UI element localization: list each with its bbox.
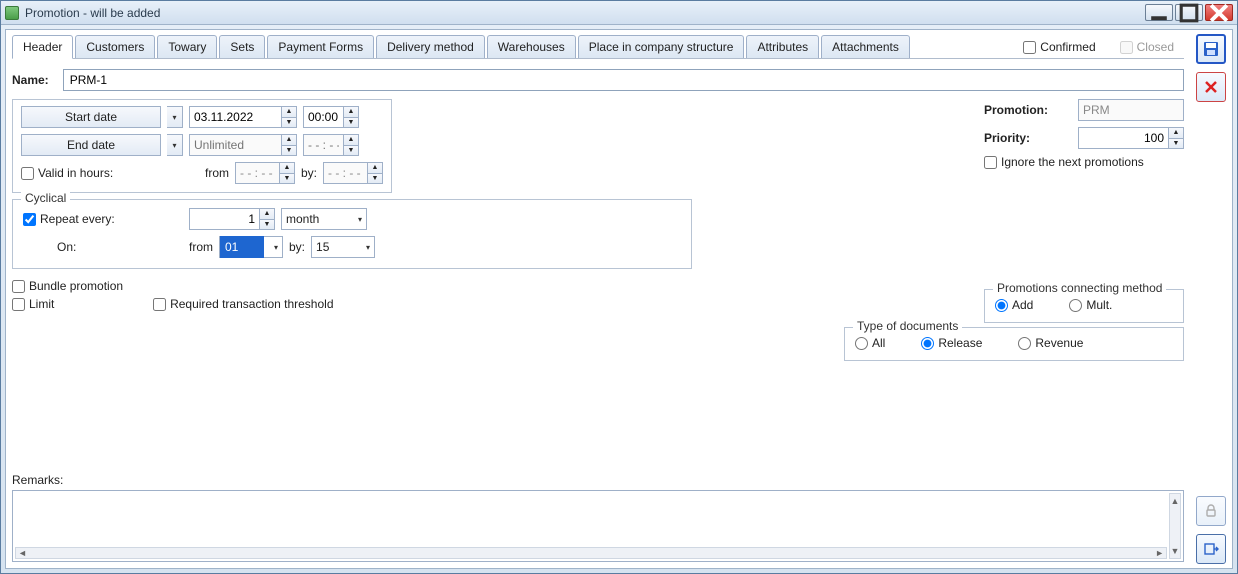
cyclical-by-label: by:: [289, 240, 305, 254]
end-date-field[interactable]: ▲▼: [189, 134, 297, 156]
confirmed-checkbox[interactable]: Confirmed: [1023, 40, 1095, 54]
end-date-spinner[interactable]: ▲▼: [281, 134, 297, 156]
app-icon: [5, 6, 19, 20]
tab-warehouses[interactable]: Warehouses: [487, 35, 576, 58]
tab-sets[interactable]: Sets: [219, 35, 265, 58]
closed-checkbox: Closed: [1120, 40, 1174, 54]
tab-payment-forms[interactable]: Payment Forms: [267, 35, 374, 58]
start-date-spinner[interactable]: ▲▼: [281, 106, 297, 128]
repeat-every-checkbox[interactable]: Repeat every:: [23, 212, 183, 226]
valid-by-label: by:: [301, 166, 317, 180]
tab-attributes[interactable]: Attributes: [746, 35, 819, 58]
end-time-spinner[interactable]: ▲▼: [343, 134, 359, 156]
closed-label: Closed: [1137, 40, 1174, 54]
ignore-next-label: Ignore the next promotions: [1001, 155, 1144, 169]
end-date-dropdown[interactable]: ▾: [167, 134, 183, 156]
cancel-button[interactable]: [1196, 72, 1226, 102]
name-input[interactable]: [63, 69, 1184, 91]
lock-button[interactable]: [1196, 496, 1226, 526]
tab-bar: Header Customers Towary Sets Payment For…: [12, 34, 1184, 59]
cyclical-from-select[interactable]: 01 ▾: [219, 236, 283, 258]
tab-delivery-method[interactable]: Delivery method: [376, 35, 485, 58]
end-time-field[interactable]: ▲▼: [303, 134, 359, 156]
promotion-field: [1078, 99, 1184, 121]
repeat-every-label: Repeat every:: [40, 212, 115, 226]
bundle-promotion-label: Bundle promotion: [29, 279, 123, 293]
confirmed-label: Confirmed: [1040, 40, 1095, 54]
valid-from-field[interactable]: ▲▼: [235, 162, 295, 184]
valid-in-hours-label: Valid in hours:: [38, 166, 113, 180]
remarks-textarea[interactable]: ▲▼ ◄►: [12, 490, 1184, 562]
minimize-button[interactable]: [1145, 4, 1173, 21]
remarks-section: Remarks: ▲▼ ◄►: [12, 473, 1184, 562]
tab-customers[interactable]: Customers: [75, 35, 155, 58]
limit-label: Limit: [29, 297, 54, 311]
tab-towary[interactable]: Towary: [157, 35, 217, 58]
tab-attachments[interactable]: Attachments: [821, 35, 910, 58]
doctype-legend: Type of documents: [853, 319, 962, 333]
priority-label: Priority:: [984, 131, 1030, 145]
save-button[interactable]: [1196, 34, 1226, 64]
required-threshold-checkbox[interactable]: Required transaction threshold: [153, 297, 333, 311]
remarks-label: Remarks:: [12, 473, 1184, 487]
start-date-button[interactable]: Start date: [21, 106, 161, 128]
repeat-every-value[interactable]: ▲▼: [189, 208, 275, 230]
name-label: Name:: [12, 73, 49, 87]
start-time-spinner[interactable]: ▲▼: [343, 106, 359, 128]
window-title: Promotion - will be added: [25, 6, 160, 20]
cyclical-from-label: from: [189, 240, 213, 254]
cyclical-legend: Cyclical: [21, 191, 70, 205]
start-time-field[interactable]: ▲▼: [303, 106, 359, 128]
connecting-legend: Promotions connecting method: [993, 281, 1166, 295]
start-date-field[interactable]: ▲▼: [189, 106, 297, 128]
end-date-button[interactable]: End date: [21, 134, 161, 156]
connecting-mult-radio[interactable]: Mult.: [1069, 298, 1112, 312]
start-date-dropdown[interactable]: ▾: [167, 106, 183, 128]
doctype-revenue-radio[interactable]: Revenue: [1018, 336, 1083, 350]
doctype-release-radio[interactable]: Release: [921, 336, 982, 350]
app-window: Promotion - will be added Header Custome…: [0, 0, 1238, 574]
repeat-unit-select[interactable]: month▾: [281, 208, 367, 230]
promotion-label: Promotion:: [984, 103, 1048, 117]
export-button[interactable]: [1196, 534, 1226, 564]
bundle-promotion-checkbox[interactable]: Bundle promotion: [12, 279, 123, 293]
valid-in-hours-checkbox[interactable]: Valid in hours:: [21, 166, 113, 180]
tab-place-structure[interactable]: Place in company structure: [578, 35, 745, 58]
limit-checkbox[interactable]: Limit: [12, 297, 123, 311]
close-button[interactable]: [1205, 4, 1233, 21]
remarks-vscroll[interactable]: ▲▼: [1169, 493, 1181, 559]
priority-field[interactable]: ▲▼: [1078, 127, 1184, 149]
cyclical-by-select[interactable]: 15▾: [311, 236, 375, 258]
valid-from-label: from: [205, 166, 229, 180]
maximize-button[interactable]: [1175, 4, 1203, 21]
on-label: On:: [23, 240, 183, 254]
valid-by-field[interactable]: ▲▼: [323, 162, 383, 184]
doctype-all-radio[interactable]: All: [855, 336, 885, 350]
tab-header[interactable]: Header: [12, 35, 73, 59]
connecting-add-radio[interactable]: Add: [995, 298, 1033, 312]
required-threshold-label: Required transaction threshold: [170, 297, 333, 311]
remarks-hscroll[interactable]: ◄►: [15, 547, 1167, 559]
ignore-next-checkbox[interactable]: Ignore the next promotions: [984, 155, 1184, 169]
titlebar: Promotion - will be added: [1, 1, 1237, 25]
